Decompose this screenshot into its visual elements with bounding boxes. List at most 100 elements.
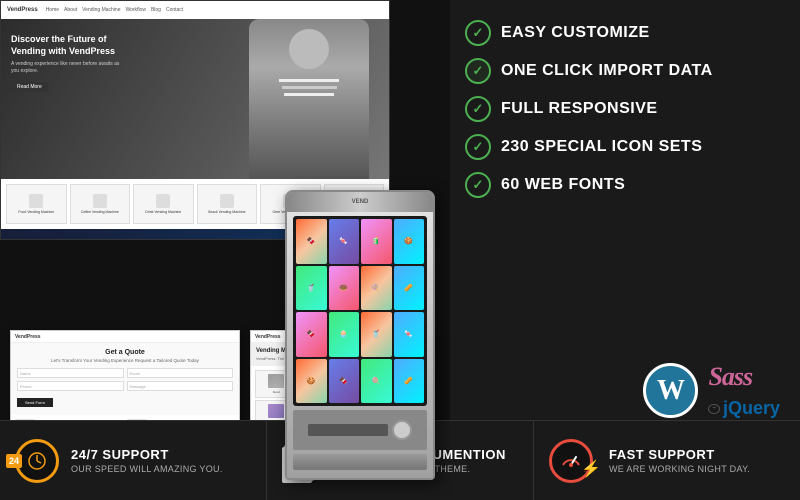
vm-product-1: 🍬 <box>329 219 360 264</box>
quote-title: Get a Quote <box>17 349 233 356</box>
jquery-logo: jQuery <box>723 398 780 419</box>
check-icon-web-fonts <box>465 172 491 198</box>
nav-links-group: Home About Vending Machine Workflow Blog… <box>46 7 184 13</box>
card-icon-0 <box>29 194 43 208</box>
screenshot-nav: VendPress Home About Vending Machine Wor… <box>1 1 389 19</box>
clock-svg <box>27 451 47 471</box>
fast-icon-wrap: ⚡ <box>549 439 597 483</box>
speedometer-svg <box>560 450 582 472</box>
vm-product-11: 🍬 <box>394 312 425 357</box>
read-more-button[interactable]: Read More <box>11 82 48 92</box>
vm-brand-label: VEND <box>352 199 369 205</box>
support-subtitle: OUR SPEED WILL AMAZING YOU. <box>71 464 223 474</box>
jquery-tilde: ~ <box>708 404 720 414</box>
vm-display-grid: 🍫 🍬 🧃 🍪 🥤 🍩 🍭 🥜 🍫 🧁 🥤 🍬 🍪 🍫 🍭 🥜 <box>293 216 427 406</box>
vm-body: VEND 🍫 🍬 🧃 🍪 🥤 🍩 🍭 🥜 🍫 🧁 🥤 🍬 🍪 <box>285 190 435 480</box>
card-icon-3 <box>220 194 234 208</box>
bottom-item-fast-support: ⚡ FAST SUPPORT WE ARE WORKING NIGHT DAY. <box>534 421 800 500</box>
vm-base <box>293 454 427 470</box>
form-field-message: Message <box>127 381 234 391</box>
person-stripes <box>279 79 339 82</box>
vm-top: VEND <box>287 192 433 212</box>
quote-form-fields: Name Email Phone Message <box>17 368 233 391</box>
card-label-2: Drink Vending Machine <box>145 210 181 214</box>
feature-text-one-click-import: ONE CLICK IMPORT DATA <box>501 62 713 80</box>
hero-person-image <box>249 19 369 179</box>
support-icon-wrap: 24 <box>15 439 59 483</box>
product-card-0: Food Vending Machine <box>6 184 67 224</box>
vm-product-3: 🍪 <box>394 219 425 264</box>
vm-product-10: 🥤 <box>361 312 392 357</box>
nav-link-about: About <box>64 7 77 13</box>
form-field-email: Email <box>127 368 234 378</box>
feature-text-web-fonts: 60 WEB FONTS <box>501 176 625 194</box>
feature-item-full-responsive: FULL RESPONSIVE <box>465 96 780 122</box>
vm-product-0: 🍫 <box>296 219 327 264</box>
feature-item-web-fonts: 60 WEB FONTS <box>465 172 780 198</box>
vending-machine-render: VEND 🍫 🍬 🧃 🍪 🥤 🍩 🍭 🥜 🍫 🧁 🥤 🍬 🍪 <box>275 190 445 500</box>
product-card-2: Drink Vending Machine <box>133 184 194 224</box>
feature-item-icon-sets: 230 SPECIAL ICON SETS <box>465 134 780 160</box>
hero-text: Discover the Future of Vending with Vend… <box>11 34 131 93</box>
product-card-1: Coffee Vending Machine <box>70 184 131 224</box>
card-icon-2 <box>156 194 170 208</box>
check-icon-one-click-import <box>465 58 491 84</box>
person-head <box>289 29 329 69</box>
vm-bottom <box>293 410 427 450</box>
check-icon-full-responsive <box>465 96 491 122</box>
card-label-3: Snack Vending Machine <box>208 210 246 214</box>
vm-product-13: 🍫 <box>329 359 360 404</box>
support-title: 24/7 SUPPORT <box>71 447 223 462</box>
hero-subtitle: A vending experience like never before a… <box>11 61 121 75</box>
feature-text-full-responsive: FULL RESPONSIVE <box>501 100 658 118</box>
vm-product-12: 🍪 <box>296 359 327 404</box>
clock-24-label: 24 <box>6 454 22 468</box>
quote-section: Get a Quote Let's Transform Your Vending… <box>11 343 239 415</box>
check-icon-icon-sets <box>465 134 491 160</box>
vm-dispensing-slot <box>308 424 388 436</box>
ss2-nav: VendPress <box>11 331 239 343</box>
fast-support-subtitle: WE ARE WORKING NIGHT DAY. <box>609 464 750 474</box>
vm-product-4: 🥤 <box>296 266 327 311</box>
person-stripes2 <box>282 86 337 89</box>
form-field-name: Name <box>17 368 124 378</box>
vm-product-5: 🍩 <box>329 266 360 311</box>
quote-subtitle: Let's Transform Your Vending Experience … <box>17 358 233 363</box>
clock-icon: 24 <box>15 439 59 483</box>
vm-product-9: 🧁 <box>329 312 360 357</box>
vm-product-15: 🥜 <box>394 359 425 404</box>
vm-product-14: 🍭 <box>361 359 392 404</box>
product-card-3: Snack Vending Machine <box>197 184 258 224</box>
nav-link-blog: Blog <box>151 7 161 13</box>
card-icon-1 <box>93 194 107 208</box>
vm-product-8: 🍫 <box>296 312 327 357</box>
nav-link-vending: Vending Machine <box>82 7 120 13</box>
nav-link-contact: Contact <box>166 7 183 13</box>
support-text-block: 24/7 SUPPORT OUR SPEED WILL AMAZING YOU. <box>71 447 223 474</box>
vm-product-7: 🥜 <box>394 266 425 311</box>
sass-jquery-group: Sass ~ jQuery <box>708 362 780 419</box>
card-label-0: Food Vending Machine <box>18 210 54 214</box>
feature-item-easy-customize: EASY CUSTOMIZE <box>465 20 780 46</box>
features-list: EASY CUSTOMIZE ONE CLICK IMPORT DATA FUL… <box>465 20 780 362</box>
check-icon-easy-customize <box>465 20 491 46</box>
tech-logos-top: W Sass ~ jQuery <box>465 362 780 419</box>
vm-product-2: 🧃 <box>361 219 392 264</box>
wordpress-logo: W <box>643 363 698 418</box>
vm-product-6: 🍭 <box>361 266 392 311</box>
submit-button[interactable]: Send Form <box>17 398 53 407</box>
fast-support-text-block: FAST SUPPORT WE ARE WORKING NIGHT DAY. <box>609 447 750 474</box>
jquery-container: ~ jQuery <box>708 398 780 419</box>
feature-text-easy-customize: EASY CUSTOMIZE <box>501 24 650 42</box>
person-stripes3 <box>284 93 334 96</box>
hero-title: Discover the Future of Vending with Vend… <box>11 34 131 57</box>
feature-item-one-click-import: ONE CLICK IMPORT DATA <box>465 58 780 84</box>
sass-logo: Sass <box>708 362 752 392</box>
fast-support-title: FAST SUPPORT <box>609 447 750 462</box>
nav-logo: VendPress <box>7 7 38 13</box>
feature-text-icon-sets: 230 SPECIAL ICON SETS <box>501 138 702 156</box>
speedometer-icon: ⚡ <box>549 439 597 483</box>
form-field-phone: Phone <box>17 381 124 391</box>
nav-link-home: Home <box>46 7 59 13</box>
ss2-logo: VendPress <box>15 334 41 340</box>
